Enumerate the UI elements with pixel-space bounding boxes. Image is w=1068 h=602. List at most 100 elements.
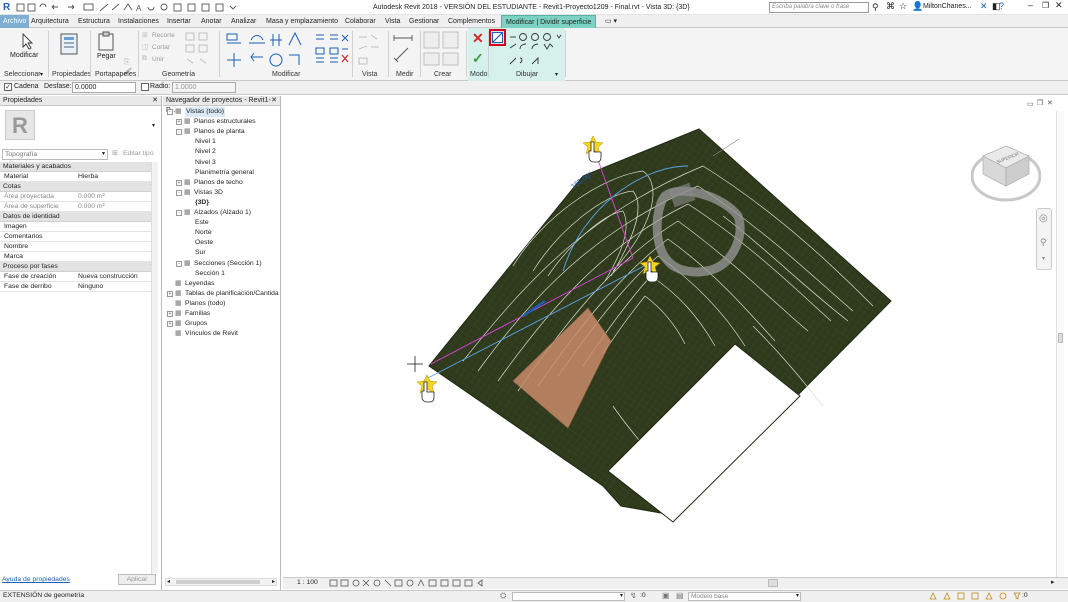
search-field[interactable]: Escriba palabra clave o frase <box>769 2 869 13</box>
hscroll-right-icon[interactable]: ▸ <box>1051 578 1055 586</box>
tree-node[interactable]: Tablas de planificación/Cantida <box>185 289 279 299</box>
tree-expander-icon[interactable]: - <box>176 189 182 196</box>
tree-expander-icon[interactable]: - <box>176 129 182 136</box>
type-dropdown-icon[interactable]: ▾ <box>152 122 155 129</box>
property-row[interactable]: Material Hierba <box>0 172 158 182</box>
tab-insertar[interactable]: Insertar <box>167 15 191 28</box>
scroll-left-icon[interactable]: ◂ <box>167 578 170 585</box>
group-identidad[interactable]: Datos de identidad⇑ <box>0 212 158 222</box>
tree-expander-icon[interactable]: - <box>176 210 182 216</box>
tree-expander-icon[interactable]: - <box>176 260 182 267</box>
create-tools-icon[interactable] <box>423 31 463 67</box>
panel-modo[interactable]: Modo <box>470 71 488 78</box>
tree-node[interactable]: Oeste <box>195 238 213 248</box>
panel-modificar[interactable]: Modificar <box>272 71 300 78</box>
ribbon-minimize-icon[interactable]: ▭ ▾ <box>605 15 617 28</box>
main-model-icon[interactable]: ▤ <box>676 591 684 600</box>
cortar-label[interactable]: Cortar <box>152 44 170 51</box>
tree-node[interactable]: Nivel 3 <box>195 158 216 168</box>
tree-expander-icon[interactable]: + <box>167 311 173 317</box>
scroll-right-icon[interactable]: ▸ <box>272 578 275 585</box>
browser-hscroll[interactable]: ◂ ▸ <box>165 578 277 586</box>
quick-access-toolbar[interactable]: A <box>16 3 276 13</box>
draw-tools-icon[interactable] <box>508 31 564 69</box>
tree-node[interactable]: Nivel 1 <box>195 137 216 147</box>
subscription-icon[interactable]: ⌘ <box>886 1 895 12</box>
properties-help-link[interactable]: Ayuda de propiedades <box>2 576 70 583</box>
star-icon[interactable]: ☆ <box>899 1 907 12</box>
tree-node[interactable]: Grupos <box>185 319 207 329</box>
tab-arquitectura[interactable]: Arquitectura <box>31 15 69 28</box>
browser-close-icon[interactable]: ✕ <box>271 96 277 106</box>
join-icon[interactable]: ⧉ <box>142 55 147 63</box>
workset-dropdown[interactable]: ▾ <box>512 592 625 601</box>
panel-propiedades[interactable]: Propiedades <box>52 71 91 78</box>
panel-geometria[interactable]: Geometría <box>162 71 195 78</box>
tree-expander-icon[interactable]: + <box>167 290 173 297</box>
geometry-tools-icon[interactable] <box>184 31 214 65</box>
panel-seleccionar[interactable]: Seleccionar <box>4 71 41 78</box>
tab-colaborar[interactable]: Colaborar <box>345 15 376 28</box>
property-row[interactable]: Fase de creación Nueva construcción <box>0 272 158 282</box>
panel-dibujar[interactable]: Dibujar <box>516 71 538 78</box>
binoculars-icon[interactable]: ⚲ <box>872 2 879 13</box>
tab-anotar[interactable]: Anotar <box>201 15 222 28</box>
view-hscroll-thumb[interactable] <box>768 579 778 587</box>
tree-node[interactable]: Alzados (Alzado 1) <box>194 208 251 218</box>
tree-node[interactable]: Planimetría general <box>195 168 254 178</box>
exchange-icon[interactable]: ✕ <box>980 1 988 12</box>
tree-node[interactable]: Este <box>195 218 209 228</box>
editable-only-icon[interactable]: ↯ <box>630 591 637 600</box>
panel-medir[interactable]: Medir <box>396 71 414 78</box>
cope-icon[interactable]: ⊞ <box>142 31 148 39</box>
tab-gestionar[interactable]: Gestionar <box>409 15 439 28</box>
panel-portapapeles[interactable]: Portapapeles <box>95 71 136 78</box>
modify-tool-button[interactable]: Modificar <box>8 31 44 63</box>
view-scale[interactable]: 1 : 100 <box>297 579 318 586</box>
tree-node[interactable]: Familias <box>185 309 210 319</box>
cancel-edit-icon[interactable]: ✕ <box>472 30 484 46</box>
property-row[interactable]: Área proyectada 0.000 m² <box>0 192 158 202</box>
group-cotas[interactable]: Cotas⇑ <box>0 182 158 192</box>
worksets-icon[interactable]: ⛭ <box>500 591 506 601</box>
tree-node[interactable]: Leyendas <box>185 279 214 289</box>
tree-expander-icon[interactable]: + <box>176 119 182 126</box>
modify-tools-icon[interactable] <box>224 31 352 69</box>
tree-expander-icon[interactable]: - <box>167 109 173 115</box>
tree-node[interactable]: Vistas 3D <box>194 188 223 198</box>
radio-checkbox[interactable] <box>141 83 149 91</box>
user-icon[interactable]: 👤 <box>912 1 923 12</box>
scroll-thumb[interactable] <box>176 580 260 584</box>
view-restore-icon[interactable]: ❐ <box>1037 99 1043 107</box>
properties-close-icon[interactable]: ✕ <box>152 96 158 106</box>
properties-icon[interactable] <box>60 33 78 55</box>
tab-vista[interactable]: Vista <box>385 15 400 28</box>
tree-node[interactable]: Nivel 2 <box>195 147 216 157</box>
tab-modificar-dividir-superficie[interactable]: Modificar | Dividir superficie <box>501 15 597 28</box>
view-minimize-icon[interactable]: ▭ <box>1027 100 1034 108</box>
measure-icon[interactable] <box>392 32 420 66</box>
desfase-field[interactable]: 0.0000 <box>72 82 136 93</box>
selection-filter-icons[interactable] <box>928 592 1028 601</box>
properties-scrollbar[interactable] <box>151 162 158 574</box>
view-control-icons[interactable] <box>329 579 499 588</box>
seleccionar-dropdown-icon[interactable]: ▾ <box>40 71 43 78</box>
zoom-icon[interactable]: ⚲ <box>1040 237 1047 248</box>
property-row[interactable]: Imagen <box>0 222 158 232</box>
tree-expander-icon[interactable]: + <box>176 179 182 186</box>
design-options-icon[interactable]: ▣ <box>662 591 670 600</box>
panel-vista[interactable]: Vista <box>362 71 377 78</box>
property-row[interactable]: Fase de derribo Ninguno <box>0 282 158 292</box>
instance-type-selector[interactable]: Topografía ▾ <box>2 149 108 160</box>
dibujar-dropdown-icon[interactable]: ▾ <box>555 71 558 78</box>
nav-dropdown-icon[interactable]: ▾ <box>1042 255 1045 262</box>
view-tools-icon[interactable] <box>356 31 386 67</box>
cadena-checkbox[interactable]: ✓ <box>4 83 12 91</box>
paste-button[interactable]: Pegar <box>96 31 116 63</box>
tab-instalaciones[interactable]: Instalaciones <box>118 15 159 28</box>
user-name[interactable]: MiltonChanes... <box>923 3 972 10</box>
tree-node[interactable]: {3D} <box>195 198 209 208</box>
group-fases[interactable]: Proceso por fases⇑ <box>0 262 158 272</box>
help-icon[interactable]: ? <box>999 1 1004 11</box>
tree-node[interactable]: Sección 1 <box>195 269 225 279</box>
